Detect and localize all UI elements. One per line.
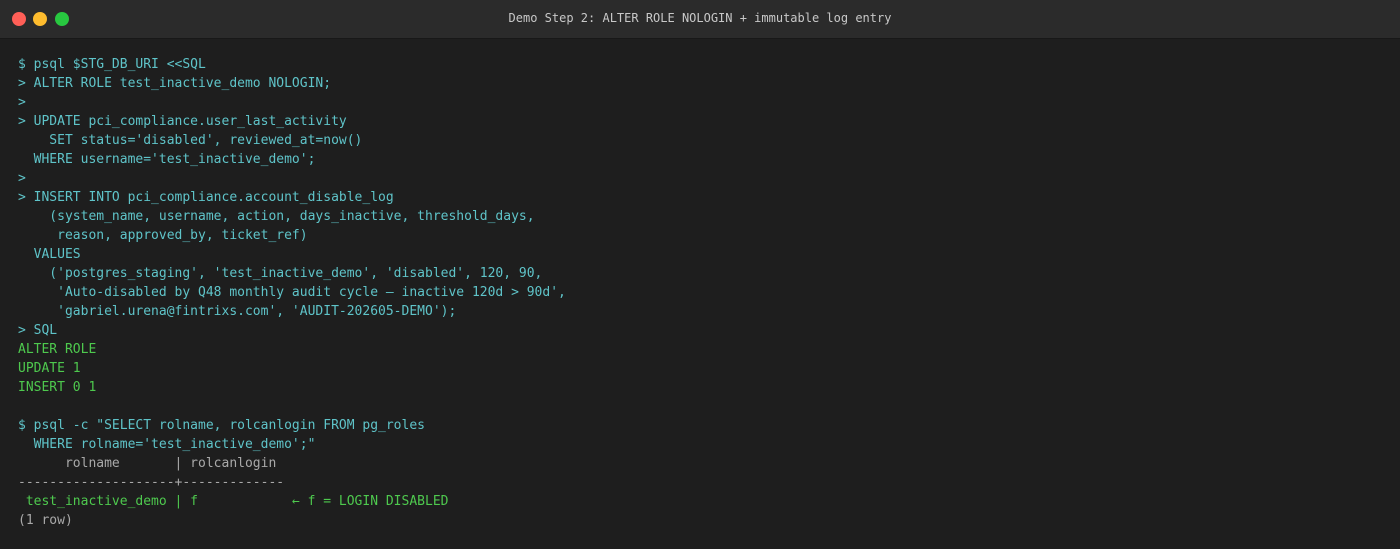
terminal-line: 'gabriel.urena@fintrixs.com', 'AUDIT-202… [18, 304, 457, 319]
terminal-line: > [18, 95, 26, 110]
terminal-line: test_inactive_demo | f ← f = LOGIN DISAB… [18, 494, 449, 509]
terminal-line: $ psql $STG_DB_URI <<SQL [18, 57, 206, 72]
terminal-line: reason, approved_by, ticket_ref) [18, 228, 308, 243]
terminal-line: $ psql -c "SELECT rolname, rolcanlogin F… [18, 418, 425, 433]
terminal-line: WHERE username='test_inactive_demo'; [18, 152, 316, 167]
terminal-line: > [18, 171, 26, 186]
terminal-line: > INSERT INTO pci_compliance.account_dis… [18, 190, 394, 205]
terminal-line: 'Auto-disabled by Q48 monthly audit cycl… [18, 285, 566, 300]
terminal-window: Demo Step 2: ALTER ROLE NOLOGIN + immuta… [0, 0, 1400, 549]
window-title: Demo Step 2: ALTER ROLE NOLOGIN + immuta… [508, 11, 892, 25]
terminal-line: rolname | rolcanlogin [18, 456, 277, 471]
terminal-line: > UPDATE pci_compliance.user_last_activi… [18, 114, 347, 129]
terminal-line: (1 row) [18, 513, 73, 528]
terminal-line: > SQL [18, 323, 58, 338]
title-bar: Demo Step 2: ALTER ROLE NOLOGIN + immuta… [0, 0, 1400, 39]
terminal-line: INSERT 0 1 [18, 380, 97, 395]
terminal-line: ('postgres_staging', 'test_inactive_demo… [18, 266, 543, 281]
terminal-line: VALUES [18, 247, 81, 262]
terminal-line: SET status='disabled', reviewed_at=now() [18, 133, 363, 148]
terminal-line: WHERE rolname='test_inactive_demo';" [18, 437, 316, 452]
terminal-line: --------------------+------------- [18, 475, 285, 490]
terminal-line: (system_name, username, action, days_ina… [18, 209, 535, 224]
terminal-line: ALTER ROLE [18, 342, 97, 357]
terminal-line: UPDATE 1 [18, 361, 81, 376]
terminal-line: > ALTER ROLE test_inactive_demo NOLOGIN; [18, 76, 332, 91]
terminal-output[interactable]: $ psql $STG_DB_URI <<SQL > ALTER ROLE tes… [18, 55, 1390, 530]
